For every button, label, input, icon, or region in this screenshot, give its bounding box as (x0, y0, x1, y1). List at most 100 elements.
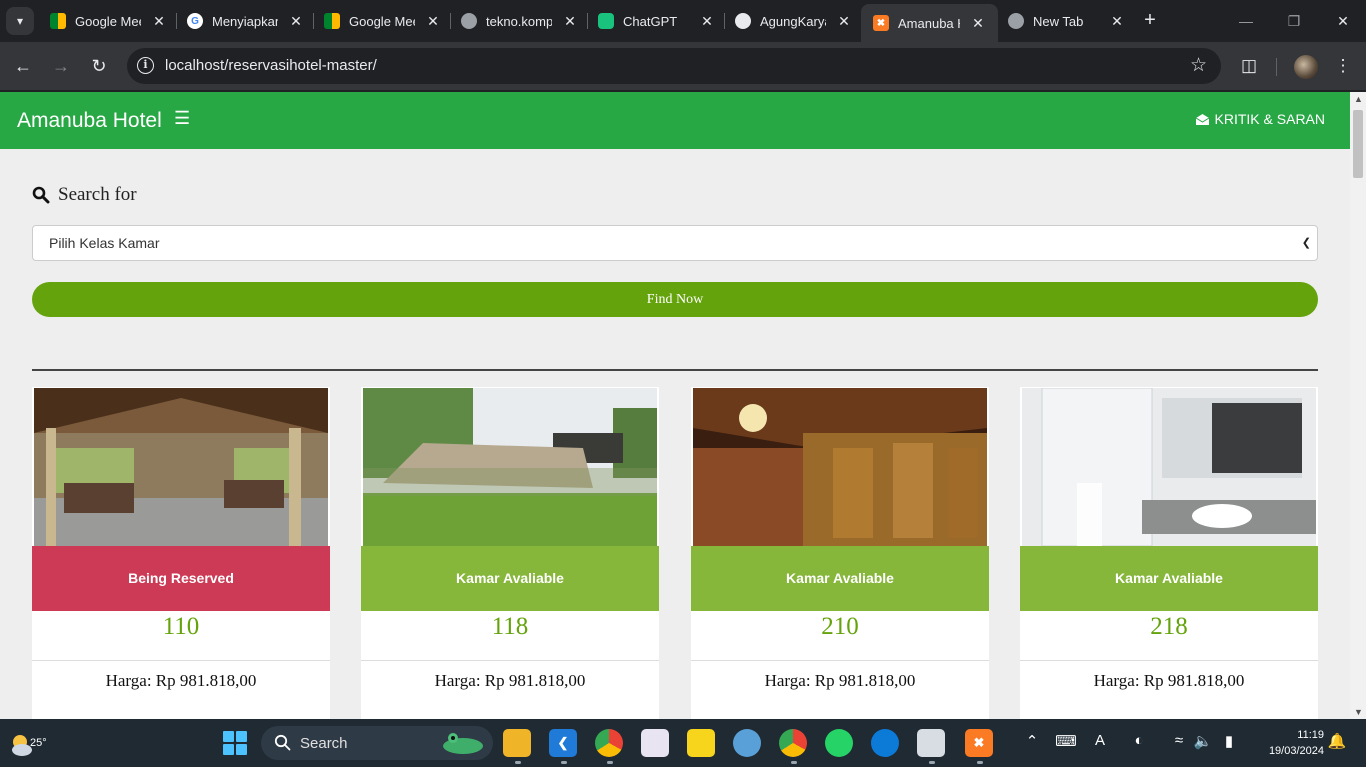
room-price: Harga: Rp 981.818,00 (1093, 671, 1245, 690)
tab-title: Google Meet (75, 13, 141, 29)
tab-new-tab[interactable]: New Tab ✕ (996, 6, 1133, 36)
address-bar[interactable]: i localhost/reservasihotel-master/ ☆ (127, 48, 1221, 84)
google-meet-icon (324, 13, 340, 29)
kritik-saran-link[interactable]: KRITIK & SARAN (1195, 111, 1325, 127)
vscode-icon[interactable]: ❮ (549, 729, 577, 757)
room-photo-garden (363, 388, 657, 546)
running-indicator (561, 761, 567, 764)
room-photo-bathroom (1022, 388, 1316, 546)
forward-button[interactable]: → (48, 53, 74, 79)
close-icon[interactable]: ✕ (562, 13, 578, 30)
minimize-button[interactable]: — (1231, 8, 1261, 34)
chevron-up-icon[interactable]: ⌃ (1021, 732, 1043, 750)
snipping-tool-icon[interactable] (917, 729, 945, 757)
site-navbar: Amanuba Hotel ☰ KRITIK & SARAN (0, 92, 1350, 149)
windows-logo-pane (236, 744, 247, 755)
start-button[interactable] (223, 731, 247, 755)
room-card[interactable]: Kamar Avaliable 210 Harga: Rp 981.818,00 (691, 387, 989, 719)
chrome-profile-icon[interactable] (779, 729, 807, 757)
close-icon[interactable]: ✕ (836, 13, 852, 30)
room-class-select-value: Pilih Kelas Kamar (49, 235, 160, 251)
edge-icon[interactable] (871, 729, 899, 757)
chrome-icon (1008, 13, 1024, 29)
close-icon[interactable]: ✕ (699, 13, 715, 30)
restore-button[interactable]: ❐ (1279, 8, 1309, 34)
chrome-icon[interactable] (595, 729, 623, 757)
room-photo-pavilion (34, 388, 328, 546)
xampp-icon[interactable]: ✖ (965, 729, 993, 757)
close-icon[interactable]: ✕ (970, 15, 986, 32)
tab-google-meet-2[interactable]: Google Meet ✕ (312, 6, 449, 36)
tab-search-button[interactable]: ▾ (6, 7, 34, 35)
scroll-down-icon[interactable]: ▼ (1354, 707, 1363, 717)
tab-tekno-kompas[interactable]: tekno.kompas ✕ (449, 6, 586, 36)
night-light-icon[interactable]: ◐ (1128, 732, 1150, 749)
notification-bell-icon[interactable]: 🔔 (1326, 732, 1348, 750)
room-card[interactable]: Being Reserved 110 Harga: Rp 981.818,00 (32, 387, 330, 719)
volume-muted-icon[interactable]: 🔈 (1192, 732, 1214, 750)
status-badge: Kamar Avaliable (691, 546, 989, 611)
tab-menyiapkan[interactable]: G Menyiapkan ✕ (175, 6, 312, 36)
paint-icon[interactable] (733, 729, 761, 757)
tab-agungkarya[interactable]: AgungKarya ✕ (723, 6, 860, 36)
sticky-notes-icon[interactable] (687, 729, 715, 757)
weather-widget[interactable]: 25° (8, 727, 47, 759)
room-card[interactable]: Kamar Avaliable 218 Harga: Rp 981.818,00 (1020, 387, 1318, 719)
clock-time: 11:19 (1297, 729, 1324, 741)
file-explorer-icon[interactable] (503, 729, 531, 757)
close-icon[interactable]: ✕ (288, 13, 304, 30)
tab-title: New Tab (1033, 13, 1084, 29)
status-badge: Kamar Avaliable (361, 546, 659, 611)
globe-icon (461, 13, 477, 29)
site-brand[interactable]: Amanuba Hotel (17, 109, 162, 133)
anime-app-icon[interactable] (641, 729, 669, 757)
system-clock[interactable]: 11:19 19/03/2024 (1269, 727, 1324, 759)
envelope-open-icon (1195, 113, 1209, 125)
chatgpt-icon (598, 13, 614, 29)
back-button[interactable]: ← (10, 53, 36, 79)
room-price: Harga: Rp 981.818,00 (105, 671, 257, 690)
tab-title: AgungKarya (760, 13, 826, 29)
tab-title: tekno.kompas (486, 13, 552, 29)
room-number: 210 (691, 611, 989, 661)
close-icon[interactable]: ✕ (151, 13, 167, 30)
tab-chatgpt[interactable]: ChatGPT ✕ (586, 6, 723, 36)
scroll-up-icon[interactable]: ▲ (1354, 94, 1363, 104)
status-badge: Being Reserved (32, 546, 330, 611)
site-info-icon[interactable]: i (137, 57, 154, 74)
xampp-icon: ✖ (873, 15, 889, 31)
wifi-icon[interactable]: ≈ (1168, 732, 1190, 749)
page-scrollbar[interactable]: ▲ ▼ (1350, 92, 1366, 719)
profile-avatar[interactable] (1294, 55, 1318, 79)
taskbar-search-label: Search (300, 735, 348, 752)
scroll-thumb[interactable] (1353, 110, 1363, 178)
battery-icon[interactable]: ▮ (1218, 732, 1240, 750)
tab-amanuba-hotel[interactable]: ✖ Amanuba Hotel ✕ (861, 4, 998, 42)
find-now-button[interactable]: Find Now (32, 282, 1318, 317)
browser-menu-icon[interactable]: ⋮ (1330, 53, 1356, 79)
keyboard-icon[interactable]: ⌨ (1055, 732, 1077, 750)
room-card[interactable]: Kamar Avaliable 118 Harga: Rp 981.818,00 (361, 387, 659, 719)
tab-google-meet-1[interactable]: Google Meet ✕ (38, 6, 175, 36)
search-icon (274, 734, 291, 751)
room-class-select[interactable]: Pilih Kelas Kamar ❮ (32, 225, 1318, 261)
browser-toolbar: ← → ↻ i localhost/reservasihotel-master/… (0, 42, 1366, 90)
url-text[interactable]: localhost/reservasihotel-master/ (165, 57, 377, 74)
close-icon[interactable]: ✕ (1109, 13, 1125, 30)
new-tab-button[interactable]: + (1138, 9, 1162, 33)
close-icon[interactable]: ✕ (425, 13, 441, 30)
hamburger-menu-icon[interactable]: ☰ (174, 108, 190, 129)
taskbar-search[interactable]: Search (261, 726, 493, 760)
bookmark-star-icon[interactable]: ☆ (1190, 54, 1207, 77)
status-badge: Kamar Avaliable (1020, 546, 1318, 611)
tab-title: ChatGPT (623, 13, 678, 29)
windows-logo-pane (223, 744, 234, 755)
pen-input-icon[interactable]: A (1089, 732, 1111, 749)
extensions-icon[interactable]: ◫ (1236, 53, 1262, 79)
tab-title: Google Meet (349, 13, 415, 29)
browser-tab-strip: ▾ Google Meet ✕ G Menyiapkan ✕ Google Me… (0, 0, 1366, 42)
reload-button[interactable]: ↻ (86, 53, 112, 79)
whatsapp-icon[interactable] (825, 729, 853, 757)
close-window-button[interactable]: ✕ (1328, 8, 1358, 34)
search-highlight-frog-icon (443, 733, 483, 754)
